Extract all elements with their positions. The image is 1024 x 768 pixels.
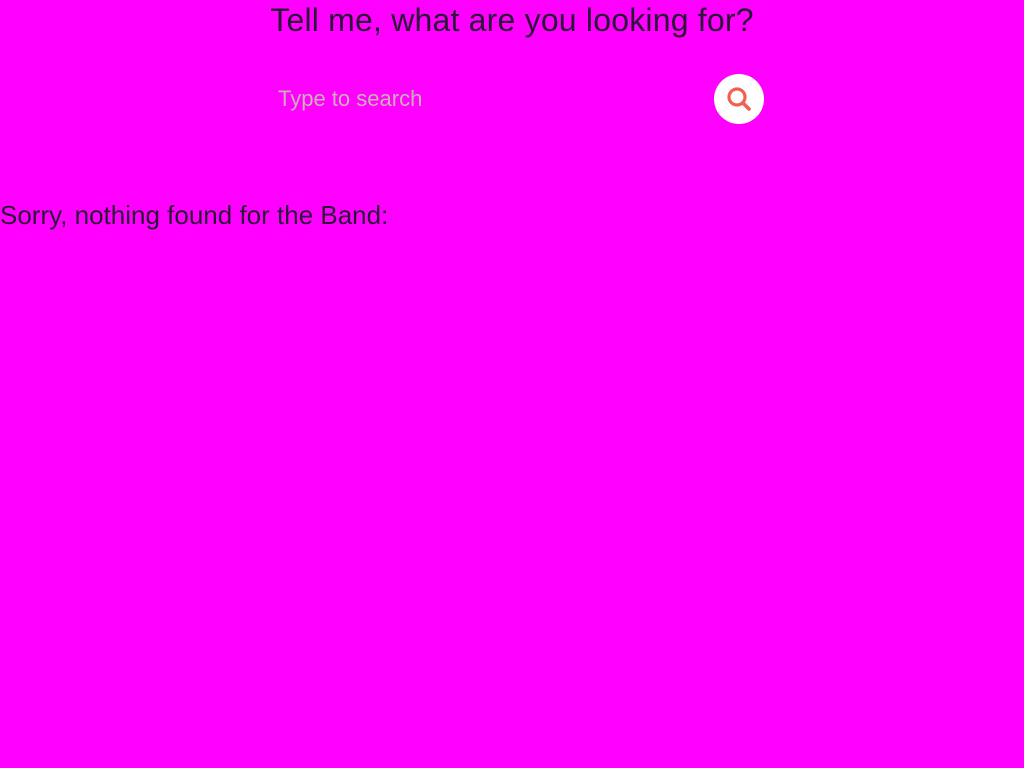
- search-input[interactable]: [276, 72, 698, 126]
- search-page: Tell me, what are you looking for? Sorry…: [0, 0, 1024, 768]
- search-button[interactable]: [714, 74, 764, 124]
- no-results-message: Sorry, nothing found for the Band:: [0, 200, 389, 230]
- search-icon: [727, 87, 751, 111]
- search-form: [276, 72, 766, 126]
- page-title: Tell me, what are you looking for?: [270, 2, 754, 38]
